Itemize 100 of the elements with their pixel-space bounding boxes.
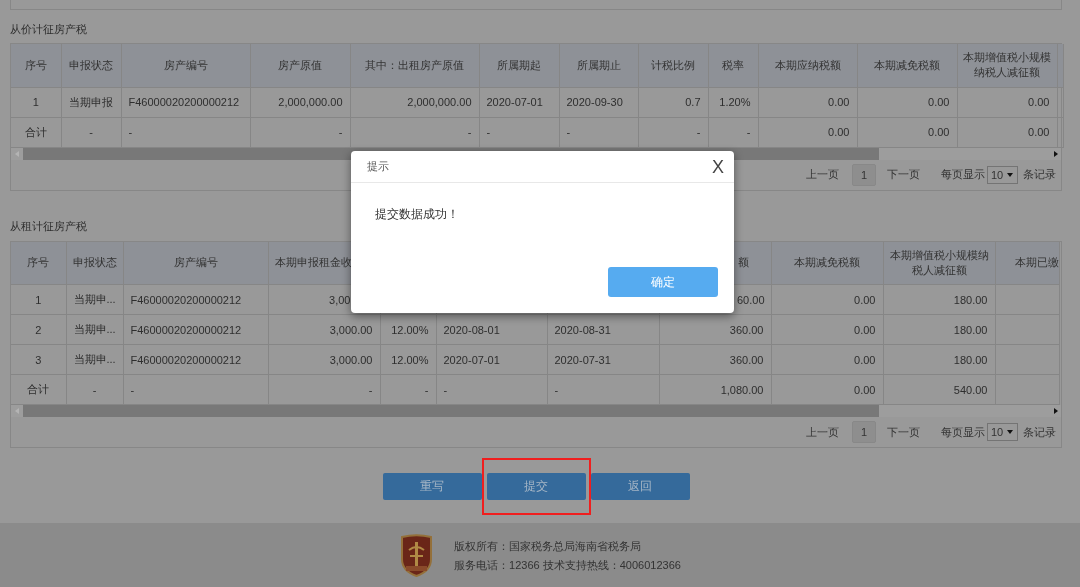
column-header: 房产原值 xyxy=(250,44,350,87)
dialog-message: 提交数据成功！ xyxy=(375,206,460,222)
column-header: 计税比例 xyxy=(638,44,708,87)
table-cell: 0.00 xyxy=(957,87,1057,117)
table-cell: 1 xyxy=(11,87,61,117)
page-number-button[interactable]: 1 xyxy=(852,163,876,186)
action-button[interactable]: 提交 xyxy=(486,473,586,500)
column-header: 本期减免税额 xyxy=(771,241,883,285)
table-cell: 2020-08-01 xyxy=(436,314,547,345)
table-cell: - xyxy=(268,374,380,405)
table-cell: 3,000.00 xyxy=(268,344,380,375)
table-cell: 12.00% xyxy=(380,344,436,375)
table-cell: 合计 xyxy=(11,117,61,147)
footer-text: 版权所有：国家税务总局海南省税务局 xyxy=(454,538,643,554)
column-header: 申报状态 xyxy=(66,241,123,285)
action-button[interactable]: 重写 xyxy=(382,473,482,500)
table-cell: 3,000.00 xyxy=(268,314,380,345)
page-size-label: 每页显示 xyxy=(941,424,985,440)
table-cell: - xyxy=(350,117,479,147)
page-size-select[interactable]: 10 xyxy=(987,423,1018,441)
table-cell: - xyxy=(547,374,659,405)
table-cell: 360.00 xyxy=(659,344,771,375)
confirm-button[interactable]: 确定 xyxy=(608,267,718,297)
table-cell: - xyxy=(66,374,123,405)
next-page-link[interactable]: 下一页 xyxy=(887,167,920,182)
column-header: 所属期止 xyxy=(559,44,638,87)
action-button[interactable]: 返回 xyxy=(590,473,690,500)
column-header: 本期减免税额 xyxy=(857,44,957,87)
column-header: 房产编号 xyxy=(123,241,268,285)
table-cell: - xyxy=(121,117,250,147)
table-cell: 2,000,000.00 xyxy=(250,87,350,117)
table-cell: - xyxy=(123,374,268,405)
page-number-button[interactable]: 1 xyxy=(852,421,876,443)
table-cell: 1 xyxy=(11,284,66,315)
column-header: 所属期起 xyxy=(479,44,559,87)
table-cell: 540.00 xyxy=(883,374,995,405)
scroll-right-icon[interactable] xyxy=(1054,408,1058,414)
table-cell: 当期申... xyxy=(66,284,123,315)
table-cell: F46000020200000212 xyxy=(123,314,268,345)
table-cell: 180.00 xyxy=(883,344,995,375)
page-size-label: 每页显示 xyxy=(941,167,985,182)
table-cell: 当期申... xyxy=(66,344,123,375)
table-cell: - xyxy=(61,117,121,147)
table-cell: - xyxy=(250,117,350,147)
table-cell: 2020-09-30 xyxy=(559,87,638,117)
table-cell: F46000020200000212 xyxy=(123,344,268,375)
table-cell: - xyxy=(559,117,638,147)
table-cell: 2020-07-01 xyxy=(479,87,559,117)
column-header: 其中：出租房产原值 xyxy=(350,44,479,87)
table-cell: F46000020200000212 xyxy=(123,284,268,315)
table-cell: - xyxy=(436,374,547,405)
table-cell: 0.00 xyxy=(771,374,883,405)
table-cell: 1.20% xyxy=(708,87,758,117)
table-cell: - xyxy=(638,117,708,147)
records-label: 条记录 xyxy=(1023,167,1056,182)
table-cell: 0.00 xyxy=(771,284,883,315)
table-cell: 0.7 xyxy=(638,87,708,117)
column-header: 序号 xyxy=(11,241,66,285)
table-cell: 0.00 xyxy=(771,344,883,375)
table-cell: 360.00 xyxy=(659,314,771,345)
table-cell: 0.00 xyxy=(857,87,957,117)
table-cell: 0.00 xyxy=(771,314,883,345)
table-cell: 180.00 xyxy=(883,284,995,315)
table-cell: 当期申报 xyxy=(61,87,121,117)
previous-page-link[interactable]: 上一页 xyxy=(806,167,839,182)
column-header: 申报状态 xyxy=(61,44,121,87)
records-label: 条记录 xyxy=(1023,424,1056,440)
table-cell: 3 xyxy=(11,344,66,375)
table-cell: 0.00 xyxy=(758,117,857,147)
column-header: 序号 xyxy=(11,44,61,87)
caret-icon xyxy=(1007,172,1013,177)
section-title: 从价计征房产税 xyxy=(10,22,88,36)
table-cell: - xyxy=(380,374,436,405)
next-page-link[interactable]: 下一页 xyxy=(887,424,920,440)
table-cell: 2020-08-31 xyxy=(547,314,659,345)
table-cell: 0.00 xyxy=(857,117,957,147)
column-header: 税率 xyxy=(708,44,758,87)
column-header: 本期已缴 xyxy=(995,241,1059,285)
table-cell: 0.00 xyxy=(957,117,1057,147)
table-cell: - xyxy=(708,117,758,147)
scrollbar-thumb[interactable] xyxy=(23,405,879,417)
table-cell: 2 xyxy=(11,314,66,345)
table-cell: - xyxy=(479,117,559,147)
page-size-select[interactable]: 10 xyxy=(987,165,1018,184)
column-header: 本期增值税小规模纳税人减征额 xyxy=(957,44,1057,87)
close-button[interactable]: X xyxy=(712,156,724,177)
table-cell: 0.00 xyxy=(758,87,857,117)
table-cell: 12.00% xyxy=(380,314,436,345)
section-title: 从租计征房产税 xyxy=(10,218,88,233)
table-cell: 180.00 xyxy=(883,314,995,345)
table-cell: F46000020200000212 xyxy=(121,87,250,117)
previous-page-link[interactable]: 上一页 xyxy=(806,424,839,440)
column-header: 本期增值税小规模纳税人减征额 xyxy=(883,241,995,285)
shield-logo xyxy=(399,534,435,577)
scroll-right-icon[interactable] xyxy=(1054,150,1058,157)
table-cell: 2020-07-01 xyxy=(436,344,547,375)
footer-text: 服务电话：12366 技术支持热线：4006012366 xyxy=(454,557,681,573)
column-header: 房产编号 xyxy=(121,44,250,87)
table-cell: 1,080.00 xyxy=(659,374,771,405)
table-cell: 合计 xyxy=(11,374,66,405)
